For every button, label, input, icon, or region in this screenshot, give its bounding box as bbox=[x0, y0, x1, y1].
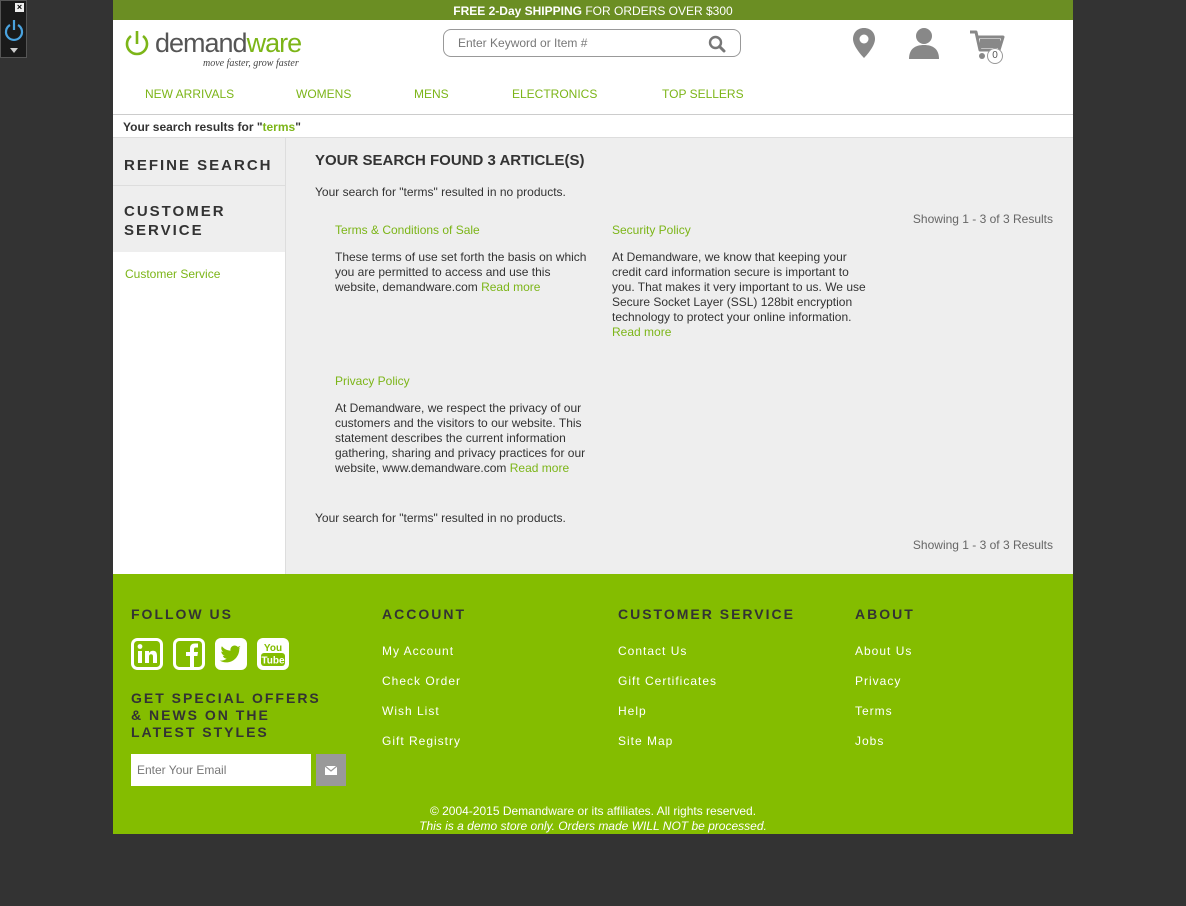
footer-account: ACCOUNT bbox=[382, 606, 466, 622]
promo-bold: FREE 2-Day SHIPPING bbox=[453, 4, 582, 18]
footer-link-help[interactable]: Help bbox=[618, 704, 647, 718]
footer-link-about-us[interactable]: About Us bbox=[855, 644, 912, 658]
article-title-link[interactable]: Security Policy bbox=[612, 223, 874, 238]
promo-bar: FREE 2-Day SHIPPING FOR ORDERS OVER $300 bbox=[113, 0, 1073, 20]
sidebar: REFINE SEARCH CUSTOMER SERVICE Customer … bbox=[113, 138, 286, 574]
article-title-link[interactable]: Terms & Conditions of Sale bbox=[335, 223, 597, 238]
copyright-text: © 2004-2015 Demandware or its affiliates… bbox=[429, 804, 757, 818]
svg-text:You: You bbox=[264, 643, 282, 654]
footer-customer-service: CUSTOMER SERVICE bbox=[618, 606, 795, 622]
nav-womens[interactable]: WOMENS bbox=[296, 87, 351, 101]
header: demandware move faster, grow faster 0 bbox=[113, 20, 1073, 115]
page: FREE 2-Day SHIPPING FOR ORDERS OVER $300… bbox=[113, 0, 1073, 834]
article-card: Privacy Policy At Demandware, we respect… bbox=[335, 374, 597, 476]
search-icon[interactable] bbox=[708, 35, 726, 53]
sidebar-link-customer-service[interactable]: Customer Service bbox=[113, 252, 285, 281]
footer-link-terms[interactable]: Terms bbox=[855, 704, 893, 718]
nav-new-arrivals[interactable]: NEW ARRIVALS bbox=[145, 87, 234, 101]
close-icon[interactable]: × bbox=[15, 3, 24, 12]
envelope-icon bbox=[324, 765, 338, 775]
page-title: YOUR SEARCH FOUND 3 ARTICLE(S) bbox=[315, 152, 585, 169]
footer-follow: FOLLOW US bbox=[131, 606, 233, 622]
demo-note: This is a demo store only. Orders made W… bbox=[419, 819, 767, 833]
breadcrumb: Your search results for "terms" bbox=[113, 115, 1073, 138]
footer-about: ABOUT bbox=[855, 606, 915, 622]
cart-count-badge[interactable]: 0 bbox=[987, 48, 1003, 64]
footer-link-privacy[interactable]: Privacy bbox=[855, 674, 901, 688]
account-icon[interactable] bbox=[908, 27, 940, 59]
twitter-icon[interactable] bbox=[215, 638, 247, 670]
article-card: Security Policy At Demandware, we know t… bbox=[612, 223, 874, 340]
logo-tagline: move faster, grow faster bbox=[203, 58, 299, 69]
results-panel: YOUR SEARCH FOUND 3 ARTICLE(S) Your sear… bbox=[286, 138, 1073, 574]
power-logo-icon bbox=[125, 31, 149, 56]
power-icon[interactable] bbox=[4, 18, 24, 42]
chevron-down-icon[interactable] bbox=[10, 48, 18, 53]
customer-service-heading: CUSTOMER SERVICE bbox=[113, 186, 285, 252]
read-more-link[interactable]: Read more bbox=[612, 325, 671, 339]
account-heading: ACCOUNT bbox=[382, 606, 466, 622]
promo-text: FOR ORDERS OVER $300 bbox=[581, 4, 733, 18]
facebook-icon[interactable] bbox=[173, 638, 205, 670]
article-body: These terms of use set forth the basis o… bbox=[335, 250, 587, 294]
article-body: At Demandware, we know that keeping your… bbox=[612, 250, 866, 324]
no-products-message: Your search for "terms" resulted in no p… bbox=[315, 511, 566, 525]
footer-link-site-map[interactable]: Site Map bbox=[618, 734, 673, 748]
article-title-link[interactable]: Privacy Policy bbox=[335, 374, 597, 389]
follow-heading: FOLLOW US bbox=[131, 606, 233, 622]
main-nav: NEW ARRIVALS WOMENS MENS ELECTRONICS TOP… bbox=[113, 87, 1073, 107]
location-pin-icon[interactable] bbox=[851, 27, 877, 59]
footer-link-wish-list[interactable]: Wish List bbox=[382, 704, 440, 718]
youtube-icon[interactable]: You Tube bbox=[257, 638, 289, 670]
email-field[interactable] bbox=[131, 754, 311, 786]
logo-wordmark: demandware bbox=[155, 28, 302, 58]
email-submit-button[interactable] bbox=[316, 754, 346, 786]
footer-link-gift-registry[interactable]: Gift Registry bbox=[382, 734, 461, 748]
results-count: Showing 1 - 3 of 3 Results bbox=[912, 212, 1053, 226]
search-box bbox=[443, 29, 741, 57]
read-more-link[interactable]: Read more bbox=[481, 280, 540, 294]
about-heading: ABOUT bbox=[855, 606, 915, 622]
footer: FOLLOW US You Tube GET SPECIAL OFFERS & … bbox=[113, 574, 1073, 834]
linkedin-icon[interactable] bbox=[131, 638, 163, 670]
footer-link-jobs[interactable]: Jobs bbox=[855, 734, 884, 748]
footer-link-gift-certificates[interactable]: Gift Certificates bbox=[618, 674, 717, 688]
customer-service-footer-heading: CUSTOMER SERVICE bbox=[618, 606, 795, 622]
footer-link-contact-us[interactable]: Contact Us bbox=[618, 644, 687, 658]
nav-electronics[interactable]: ELECTRONICS bbox=[512, 87, 597, 101]
search-term: terms bbox=[262, 120, 296, 134]
article-card: Terms & Conditions of Sale These terms o… bbox=[335, 223, 597, 295]
svg-text:Tube: Tube bbox=[261, 656, 285, 667]
footer-link-my-account[interactable]: My Account bbox=[382, 644, 454, 658]
nav-mens[interactable]: MENS bbox=[414, 87, 449, 101]
results-count: Showing 1 - 3 of 3 Results bbox=[912, 538, 1053, 552]
extension-widget[interactable]: × bbox=[0, 0, 27, 58]
read-more-link[interactable]: Read more bbox=[510, 461, 569, 475]
footer-link-check-order[interactable]: Check Order bbox=[382, 674, 461, 688]
offers-heading: GET SPECIAL OFFERS & NEWS ON THE LATEST … bbox=[131, 690, 321, 740]
no-products-message: Your search for "terms" resulted in no p… bbox=[315, 185, 566, 199]
search-input[interactable] bbox=[458, 35, 688, 51]
content-area: REFINE SEARCH CUSTOMER SERVICE Customer … bbox=[113, 138, 1073, 574]
refine-search-heading: REFINE SEARCH bbox=[113, 138, 285, 186]
copyright: © 2004-2015 Demandware or its affiliates… bbox=[113, 804, 1073, 834]
nav-top-sellers[interactable]: TOP SELLERS bbox=[662, 87, 744, 101]
